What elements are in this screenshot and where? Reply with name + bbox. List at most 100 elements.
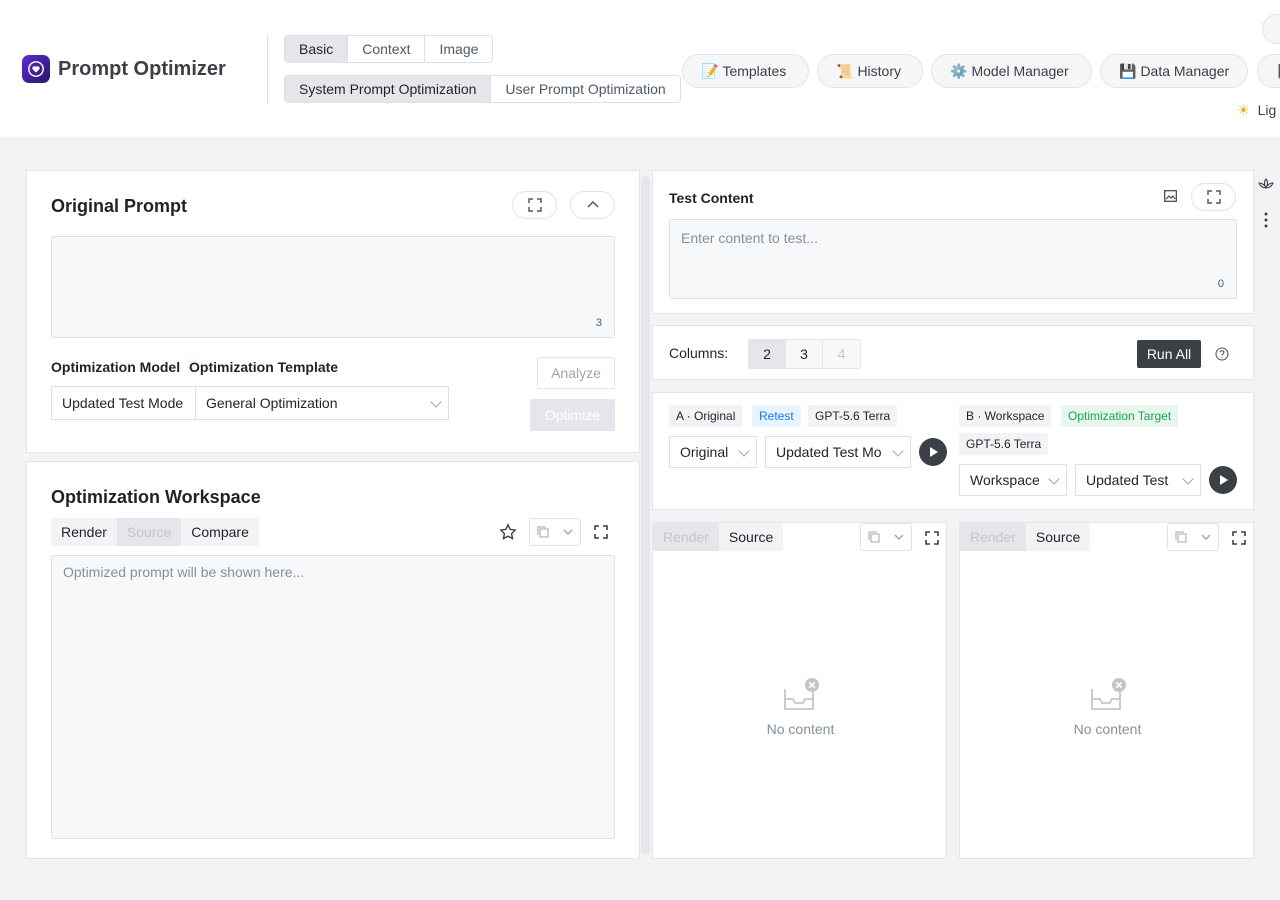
- copy-icon: [1175, 531, 1186, 543]
- image-button[interactable]: [1164, 190, 1177, 202]
- side-lotus-button[interactable]: [1258, 177, 1274, 194]
- variant-a-model-tag: GPT-5.6 Terra: [808, 405, 898, 427]
- collapse-button[interactable]: [570, 191, 615, 219]
- chevron-down-icon: [563, 529, 572, 535]
- variant-b-source-select[interactable]: Workspace: [959, 464, 1067, 496]
- expand-button[interactable]: [512, 191, 557, 219]
- test-placeholder: Enter content to test...: [681, 230, 818, 246]
- optimization-workspace-card: Optimization Workspace Render Source Com…: [26, 461, 640, 859]
- optimization-template-select[interactable]: General Optimization: [195, 386, 449, 420]
- history-button[interactable]: 📜 History: [817, 54, 923, 88]
- expand-icon: [594, 525, 608, 539]
- run-all-button[interactable]: Run All: [1137, 340, 1201, 368]
- variant-a-model-select[interactable]: Updated Test Mo: [765, 436, 911, 468]
- tab-source[interactable]: Source: [116, 518, 182, 546]
- model-value: Updated Test Mode: [62, 395, 184, 411]
- tab-source[interactable]: Source: [718, 523, 784, 551]
- tab-context[interactable]: Context: [348, 36, 426, 62]
- optimized-prompt-output[interactable]: Optimized prompt will be shown here...: [51, 555, 615, 839]
- copy-icon: [537, 526, 548, 538]
- tab-image[interactable]: Image: [425, 36, 492, 62]
- variants-card: A · Original Retest GPT-5.6 Terra Origin…: [652, 392, 1254, 510]
- model-value: Updated Test Mo: [776, 444, 882, 460]
- header-divider: [267, 34, 268, 104]
- original-prompt-input[interactable]: 3: [51, 236, 615, 338]
- tab-render[interactable]: Render: [960, 523, 1026, 551]
- expand-icon: [527, 198, 542, 212]
- chevron-down-icon: [1201, 534, 1210, 540]
- original-prompt-title: Original Prompt: [51, 196, 188, 216]
- result-pane-b: Render Source No content: [959, 522, 1254, 859]
- app-logo: [22, 55, 50, 83]
- chevron-down-icon: [1048, 473, 1060, 485]
- left-panel-scrollbar[interactable]: [641, 176, 650, 854]
- run-variant-a-button[interactable]: [919, 438, 947, 466]
- empty-text: No content: [766, 721, 835, 737]
- tab-source[interactable]: Source: [1025, 523, 1091, 551]
- columns-option-3[interactable]: 3: [786, 340, 823, 368]
- fullscreen-button[interactable]: [1232, 531, 1246, 545]
- tab-compare[interactable]: Compare: [181, 518, 259, 546]
- tab-render[interactable]: Render: [51, 518, 117, 546]
- columns-label: Columns:: [669, 345, 729, 361]
- test-content-input[interactable]: Enter content to test... 0: [669, 219, 1237, 299]
- app-header: Prompt Optimizer Basic Context Image Sys…: [0, 0, 1280, 137]
- tab-user-prompt[interactable]: User Prompt Optimization: [491, 76, 679, 102]
- optimization-model-select[interactable]: Updated Test Mode: [51, 386, 197, 420]
- theme-toggle[interactable]: ☀ Lig: [1237, 102, 1276, 119]
- theme-label: Lig: [1257, 102, 1277, 118]
- expand-button[interactable]: [1191, 183, 1236, 211]
- tab-system-prompt[interactable]: System Prompt Optimization: [285, 76, 492, 102]
- more-button[interactable]: 📘: [1257, 54, 1280, 88]
- mode-switch: Basic Context Image: [284, 35, 494, 63]
- data-manager-button[interactable]: 💾 Data Manager: [1100, 54, 1248, 88]
- retest-badge[interactable]: Retest: [752, 405, 801, 427]
- lotus-icon: [1258, 178, 1274, 189]
- history-label: History: [857, 63, 901, 79]
- book-icon: 📘: [1276, 63, 1280, 80]
- test-content-title: Test Content: [669, 190, 754, 206]
- chevron-up-icon: [586, 200, 599, 208]
- fullscreen-button[interactable]: [594, 525, 608, 539]
- columns-switch: 2 3 4: [748, 339, 861, 369]
- copy-button-group[interactable]: [529, 518, 581, 546]
- tab-basic[interactable]: Basic: [285, 36, 349, 62]
- columns-option-4[interactable]: 4: [823, 340, 860, 368]
- analyze-button[interactable]: Analyze: [537, 357, 615, 389]
- templates-label: Templates: [722, 63, 787, 79]
- empty-text: No content: [1073, 721, 1142, 737]
- copy-icon: [868, 531, 879, 543]
- original-prompt-card: Original Prompt 3 Optimization Model Upd…: [26, 170, 640, 453]
- image-icon: [1164, 190, 1177, 202]
- floppy-disk-icon: 💾: [1119, 62, 1137, 79]
- fullscreen-button[interactable]: [925, 531, 939, 545]
- favorite-button[interactable]: [499, 523, 517, 541]
- columns-option-2[interactable]: 2: [749, 340, 786, 368]
- copy-button-group[interactable]: [1167, 523, 1219, 551]
- run-variant-b-button[interactable]: [1209, 466, 1237, 494]
- output-placeholder: Optimized prompt will be shown here...: [63, 564, 305, 580]
- expand-icon: [1232, 531, 1246, 545]
- templates-button[interactable]: 📝 Templates: [682, 54, 809, 88]
- variant-a-source-select[interactable]: Original: [669, 436, 757, 468]
- side-more-button[interactable]: [1264, 212, 1268, 231]
- char-counter: 3: [595, 317, 602, 329]
- help-button[interactable]: [1215, 347, 1229, 361]
- heart-icon: [28, 61, 44, 77]
- optimize-button[interactable]: Optimize: [530, 399, 615, 431]
- top-right-button[interactable]: ⭐: [1262, 14, 1280, 44]
- expand-icon: [925, 531, 939, 545]
- copy-button-group[interactable]: [860, 523, 912, 551]
- optimization-type-switch: System Prompt Optimization User Prompt O…: [284, 75, 681, 103]
- model-manager-button[interactable]: ⚙️ Model Manager: [931, 54, 1092, 88]
- source-value: Original: [680, 444, 729, 460]
- variant-b-tag: B · Workspace: [959, 405, 1052, 427]
- source-value: Workspace: [970, 472, 1040, 488]
- chevron-down-icon: [892, 445, 904, 457]
- tab-render[interactable]: Render: [653, 523, 719, 551]
- columns-card: Columns: Run All: [652, 325, 1254, 380]
- star-icon: [499, 523, 517, 540]
- variant-b-model-select[interactable]: Updated Test: [1075, 464, 1201, 496]
- chevron-down-icon: [738, 445, 750, 457]
- result-a-view-tabs: Render Source: [653, 523, 784, 551]
